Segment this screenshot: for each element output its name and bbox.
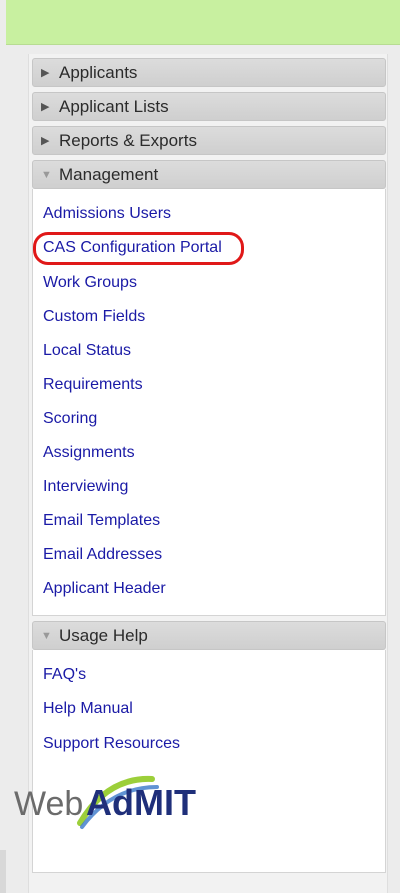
section-reports-exports[interactable]: ▶ Reports & Exports	[32, 126, 386, 155]
section-label: Usage Help	[59, 625, 148, 645]
section-applicants[interactable]: ▶ Applicants	[32, 58, 386, 87]
triangle-right-icon: ▶	[41, 67, 50, 79]
management-panel: Admissions Users CAS Configuration Porta…	[32, 189, 386, 616]
link-applicant-header[interactable]: Applicant Header	[43, 580, 166, 598]
triangle-right-icon: ▶	[41, 135, 50, 147]
section-label: Applicant Lists	[59, 96, 169, 116]
link-requirements[interactable]: Requirements	[43, 376, 143, 394]
page-edge	[0, 850, 6, 893]
link-email-templates[interactable]: Email Templates	[43, 512, 160, 530]
link-custom-fields[interactable]: Custom Fields	[43, 308, 145, 326]
logo-web-text: Web	[14, 785, 83, 823]
link-work-groups[interactable]: Work Groups	[43, 274, 137, 292]
link-assignments[interactable]: Assignments	[43, 444, 135, 462]
link-email-addresses[interactable]: Email Addresses	[43, 546, 162, 564]
section-applicant-lists[interactable]: ▶ Applicant Lists	[32, 92, 386, 121]
link-interviewing[interactable]: Interviewing	[43, 478, 128, 496]
link-scoring[interactable]: Scoring	[43, 410, 97, 428]
section-management[interactable]: ▼ Management	[32, 160, 386, 189]
section-label: Management	[59, 164, 159, 184]
link-local-status[interactable]: Local Status	[43, 342, 131, 360]
section-label: Applicants	[59, 62, 138, 82]
triangle-down-icon: ▼	[41, 629, 52, 642]
logo-brand-text: AdMIT	[86, 782, 196, 823]
link-cas-configuration-portal[interactable]: CAS Configuration Portal	[43, 239, 222, 257]
webadmit-logo: Web AdMIT	[14, 775, 196, 829]
top-banner	[6, 0, 400, 45]
triangle-right-icon: ▶	[41, 101, 50, 113]
link-support-resources[interactable]: Support Resources	[43, 735, 180, 753]
link-faqs[interactable]: FAQ's	[43, 666, 86, 684]
link-admissions-users[interactable]: Admissions Users	[43, 205, 171, 223]
triangle-down-icon: ▼	[41, 168, 52, 181]
section-usage-help[interactable]: ▼ Usage Help	[32, 621, 386, 650]
section-label: Reports & Exports	[59, 130, 197, 150]
usage-help-panel: FAQ's Help Manual Support Resources	[32, 650, 386, 873]
link-help-manual[interactable]: Help Manual	[43, 700, 133, 718]
